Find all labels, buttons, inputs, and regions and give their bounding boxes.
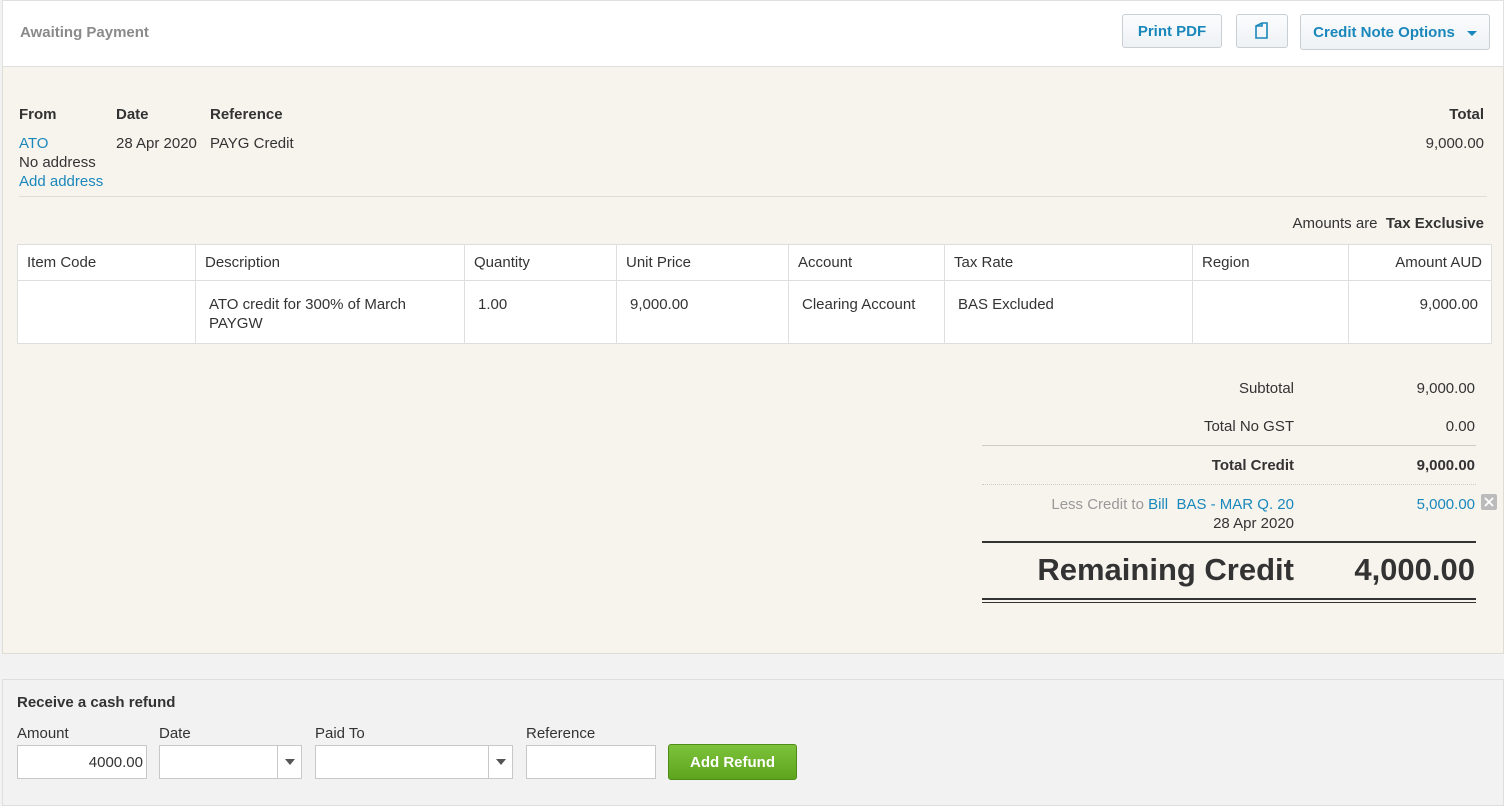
- credit-note-panel: From Date Reference Total ATO No address…: [2, 67, 1504, 654]
- refund-title: Receive a cash refund: [17, 694, 176, 711]
- cell-unit-price: 9,000.00: [616, 280, 789, 344]
- bill-reference-link[interactable]: BAS - MAR Q. 20: [1176, 496, 1294, 513]
- remaining-credit-value: 4,000.00: [1354, 552, 1475, 587]
- copy-icon: [1255, 22, 1268, 39]
- add-address-link[interactable]: Add address: [19, 173, 103, 190]
- refund-reference-input[interactable]: [526, 745, 656, 779]
- divider: [19, 196, 1487, 197]
- totals-divider: [982, 445, 1476, 446]
- amounts-are-note: Amounts are Tax Exclusive: [1292, 215, 1484, 232]
- date-header: Date: [116, 106, 149, 123]
- cell-quantity: 1.00: [464, 280, 617, 344]
- credit-note-options-button[interactable]: Credit Note Options: [1300, 14, 1490, 50]
- refund-amount-input[interactable]: 4000.00: [17, 745, 147, 779]
- col-unit-price: Unit Price: [616, 244, 789, 281]
- less-credit-amount[interactable]: 5,000.00: [1417, 496, 1475, 513]
- less-credit-date: 28 Apr 2020: [1213, 515, 1294, 532]
- subtotal-label: Subtotal: [1238, 380, 1294, 397]
- cash-refund-panel: Receive a cash refund Amount Date Paid T…: [2, 679, 1504, 806]
- remaining-top-rule: [982, 541, 1476, 543]
- remaining-credit-label: Remaining Credit: [1037, 552, 1294, 587]
- col-region: Region: [1192, 244, 1349, 281]
- title-bar: Awaiting Payment Print PDF Credit Note O…: [2, 0, 1504, 67]
- credit-reference: PAYG Credit: [210, 135, 294, 152]
- cell-item-code: [17, 280, 196, 344]
- gst-label: Total No GST: [1203, 418, 1294, 435]
- copy-button[interactable]: [1236, 14, 1288, 48]
- col-amount: Amount AUD: [1348, 244, 1492, 281]
- chevron-down-icon: [284, 759, 295, 765]
- refund-amount-label: Amount: [17, 725, 69, 742]
- add-refund-button[interactable]: Add Refund: [668, 744, 797, 780]
- col-account: Account: [788, 244, 945, 281]
- total-header: Total: [1449, 106, 1484, 123]
- subtotal-value: 9,000.00: [1416, 380, 1475, 397]
- col-quantity: Quantity: [464, 244, 617, 281]
- status-label: Awaiting Payment: [20, 24, 149, 41]
- refund-date-picker[interactable]: [159, 745, 302, 779]
- refund-reference-label: Reference: [526, 725, 596, 742]
- dotted-divider: [982, 484, 1476, 485]
- print-pdf-button[interactable]: Print PDF: [1122, 14, 1222, 48]
- remove-allocation-button[interactable]: [1481, 494, 1497, 510]
- chevron-down-icon: [495, 759, 506, 765]
- refund-paid-to-select[interactable]: [315, 745, 513, 779]
- refund-paid-to-label: Paid To: [315, 725, 365, 742]
- credit-total: 9,000.00: [1425, 135, 1484, 152]
- line-items-table: Item Code Description Quantity Unit Pric…: [17, 244, 1492, 344]
- cell-amount: 9,000.00: [1348, 280, 1492, 344]
- col-tax-rate: Tax Rate: [944, 244, 1193, 281]
- amounts-mode: Tax Exclusive: [1385, 215, 1484, 232]
- total-credit-label: Total Credit: [1211, 457, 1294, 474]
- less-credit-prefix: Less Credit to: [1051, 496, 1144, 513]
- less-credit-line: Less Credit to Bill BAS - MAR Q. 20: [1051, 496, 1294, 513]
- refund-date-label: Date: [159, 725, 191, 742]
- from-header: From: [19, 106, 57, 123]
- amounts-prefix: Amounts are: [1292, 215, 1378, 232]
- chevron-down-icon: [1466, 30, 1477, 36]
- credit-note-options-label: Credit Note Options: [1313, 23, 1455, 41]
- date-dropdown-button[interactable]: [277, 746, 301, 778]
- cell-account: Clearing Account: [788, 280, 945, 344]
- remaining-double-rule: [982, 598, 1476, 603]
- close-icon: [1484, 497, 1494, 507]
- cell-region: [1192, 280, 1349, 344]
- col-description: Description: [195, 244, 465, 281]
- col-item-code: Item Code: [17, 244, 196, 281]
- contact-link[interactable]: ATO: [19, 135, 48, 152]
- cell-tax-rate: BAS Excluded: [944, 280, 1193, 344]
- gst-value: 0.00: [1445, 418, 1475, 435]
- total-credit-value: 9,000.00: [1416, 457, 1475, 474]
- credit-date: 28 Apr 2020: [116, 135, 197, 152]
- reference-header: Reference: [210, 106, 283, 123]
- table-header-row: Item Code Description Quantity Unit Pric…: [17, 244, 1492, 281]
- table-row: ATO credit for 300% of March PAYGW 1.00 …: [17, 280, 1492, 344]
- cell-description: ATO credit for 300% of March PAYGW: [195, 280, 465, 344]
- bill-link[interactable]: Bill: [1148, 496, 1168, 513]
- no-address-text: No address: [19, 154, 96, 171]
- paid-to-dropdown-button[interactable]: [488, 746, 512, 778]
